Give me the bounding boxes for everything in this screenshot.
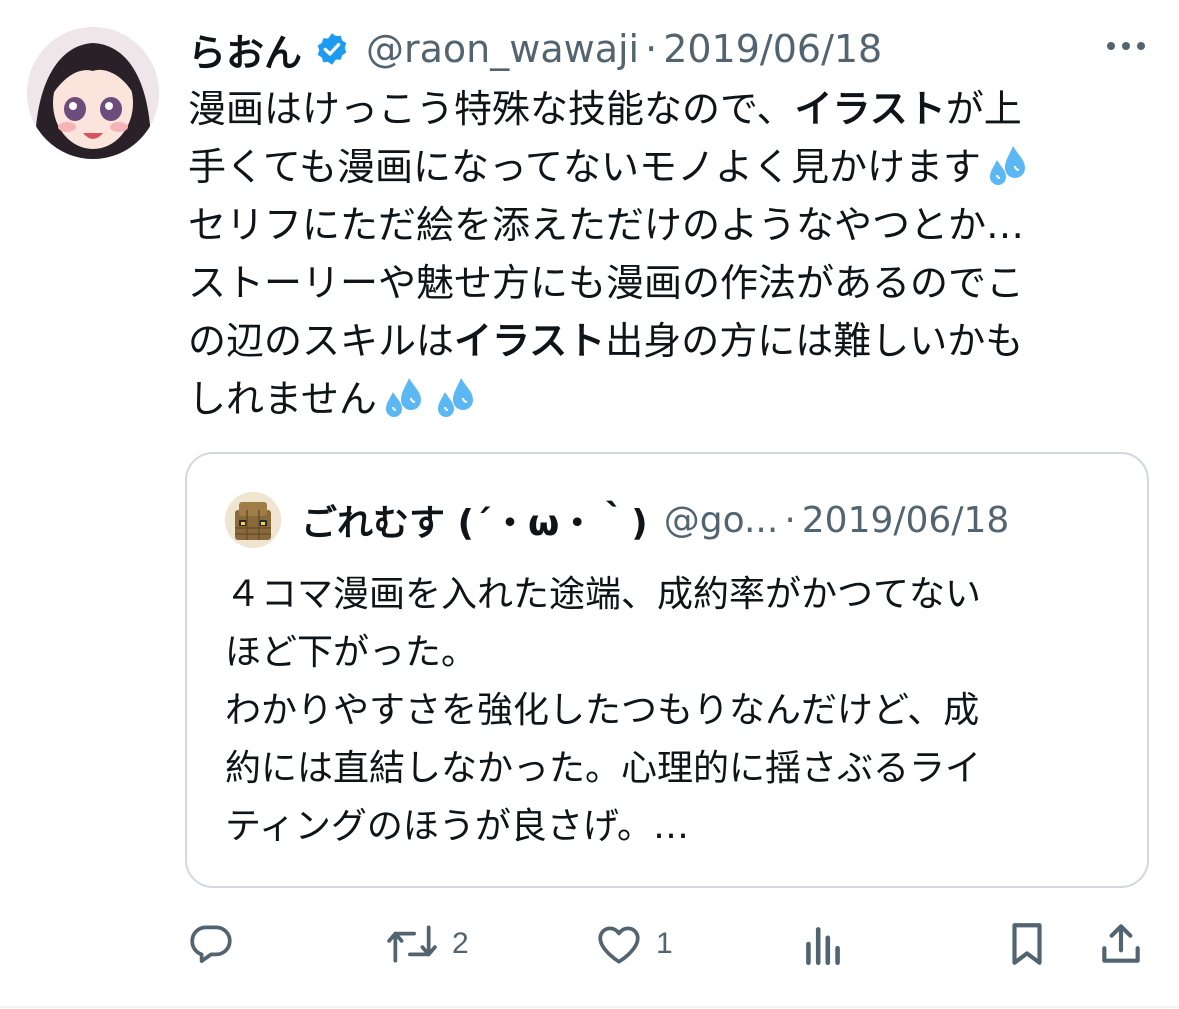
- bookmark-icon: [1012, 923, 1042, 965]
- reply-button[interactable]: [186, 914, 236, 974]
- text-span: 漫画はけっこう特殊な技能なので、: [188, 87, 795, 131]
- highlight-keyword: イラスト: [454, 319, 606, 363]
- divider: [0, 1006, 1179, 1008]
- quoted-text-line: わかりやすさを強化したつもりなんだけど、成: [225, 690, 980, 731]
- tweet[interactable]: らおん @raon_wawaji · 2019/06/18 漫画はけっこう特殊な…: [0, 0, 1179, 1009]
- more-options-icon[interactable]: [1104, 36, 1148, 56]
- heart-icon: [598, 926, 640, 964]
- tweet-text-line: ストーリーや魅せ方にも漫画の作法があるのでこ: [188, 261, 1025, 305]
- separator: ·: [645, 27, 658, 71]
- share-button[interactable]: [1096, 914, 1146, 974]
- views-button[interactable]: [798, 914, 848, 974]
- sweat-droplets-icon: [433, 376, 477, 420]
- handle[interactable]: @raon_wawaji: [366, 27, 639, 71]
- like-count: 1: [656, 927, 673, 960]
- retweet-button[interactable]: 2: [384, 914, 469, 974]
- verified-badge-icon: [314, 31, 350, 67]
- quoted-text-line: ほど下がった。: [225, 632, 478, 673]
- quoted-tweet-text: ４コマ漫画を入れた途端、成約率がかつてない ほど下がった。 わかりやすさを強化し…: [225, 566, 1115, 856]
- tweet-text-line: 漫画はけっこう特殊な技能なので、イラストが上: [188, 80, 1128, 138]
- bar-chart-icon: [806, 927, 840, 966]
- quoted-text-line: ティングのほうが良さげ。…: [225, 806, 690, 847]
- sweat-droplets-icon: [381, 376, 425, 420]
- action-bar: 2 1: [186, 914, 1151, 974]
- quoted-text-line: 約には直結しなかった。心理的に揺さぶるライ: [225, 748, 982, 789]
- tweet-text-line: の辺のスキルはイラスト出身の方には難しいかも: [188, 312, 1128, 370]
- quoted-timestamp[interactable]: 2019/06/18: [802, 500, 1010, 541]
- text-span: が上: [945, 87, 1022, 131]
- quoted-text-line: ４コマ漫画を入れた途端、成約率がかつてない: [225, 574, 982, 615]
- quoted-handle[interactable]: @go...: [664, 500, 779, 541]
- tweet-text-line: セリフにただ絵を添えただけのようなやつとか…: [188, 203, 1025, 247]
- avatar[interactable]: [27, 27, 159, 159]
- reply-icon: [190, 925, 232, 963]
- text-span: の辺のスキルは: [188, 319, 455, 363]
- display-name[interactable]: らおん: [188, 22, 302, 77]
- highlight-keyword: イラスト: [794, 87, 946, 131]
- text-span: しれません: [188, 377, 377, 421]
- tweet-text-line: 手くても漫画になってないモノよく見かけます: [188, 138, 1128, 196]
- text-span: 手くても漫画になってないモノよく見かけます: [188, 145, 982, 189]
- share-icon: [1102, 924, 1140, 963]
- sweat-droplets-icon: [985, 144, 1029, 188]
- quoted-avatar[interactable]: [225, 492, 281, 548]
- text-span: 出身の方には難しいかも: [605, 319, 1024, 363]
- quoted-tweet-header: ごれむす (´・ω・｀) @go... · 2019/06/18: [225, 492, 1009, 548]
- tweet-header: らおん @raon_wawaji · 2019/06/18: [188, 22, 882, 76]
- tweet-text: 漫画はけっこう特殊な技能なので、イラストが上 手くても漫画になってないモノよく見…: [188, 80, 1128, 428]
- tweet-text-line: しれません: [188, 370, 1128, 428]
- retweet-count: 2: [452, 927, 469, 960]
- timestamp[interactable]: 2019/06/18: [663, 27, 882, 71]
- separator: ·: [784, 499, 796, 541]
- like-button[interactable]: 1: [594, 914, 673, 974]
- bookmark-button[interactable]: [1002, 914, 1052, 974]
- quoted-display-name[interactable]: ごれむす (´・ω・｀): [301, 494, 648, 546]
- retweet-icon: [387, 925, 437, 963]
- quoted-tweet[interactable]: ごれむす (´・ω・｀) @go... · 2019/06/18 ４コマ漫画を入…: [185, 452, 1149, 888]
